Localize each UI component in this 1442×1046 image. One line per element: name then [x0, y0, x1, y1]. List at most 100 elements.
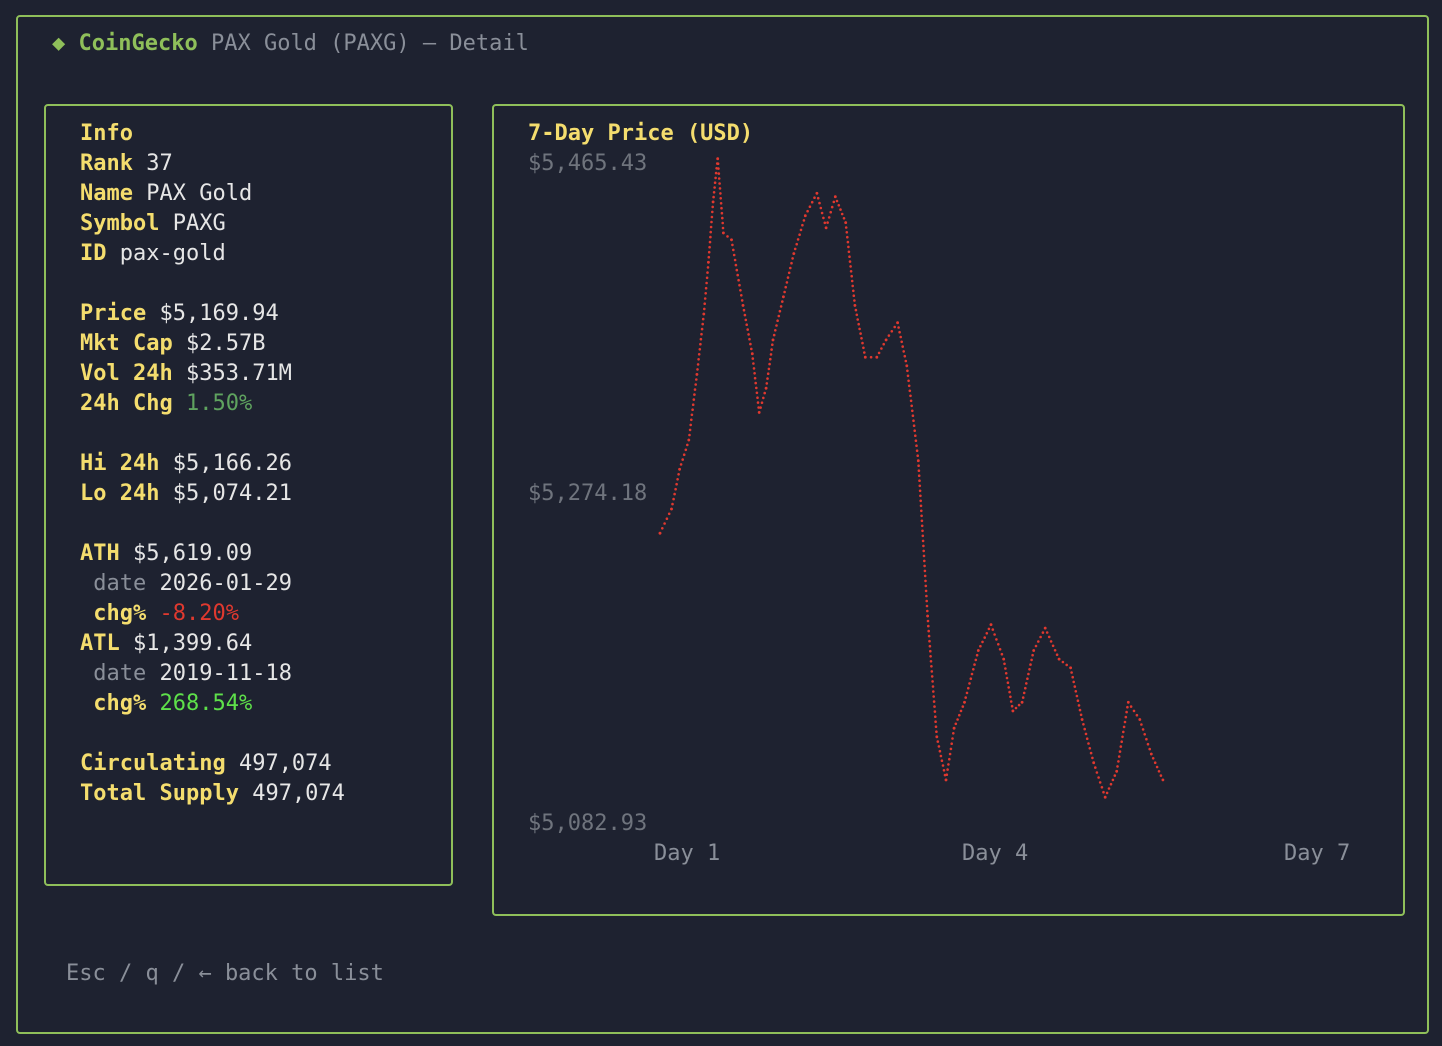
line-dot	[684, 448, 688, 452]
line-dot	[903, 354, 907, 358]
data-point	[815, 191, 819, 195]
line-dot	[848, 260, 852, 263]
data-point	[863, 355, 867, 359]
line-dot	[927, 629, 930, 633]
line-dot	[1113, 774, 1117, 777]
line-dot	[917, 469, 921, 473]
line-dot	[765, 382, 769, 385]
line-dot	[665, 517, 669, 520]
line-dot	[1000, 652, 1004, 656]
line-dot	[1089, 751, 1093, 755]
line-dot	[663, 522, 666, 525]
line-dot	[711, 205, 714, 209]
line-dot	[919, 499, 922, 503]
line-dot	[890, 330, 894, 333]
line-dot	[900, 340, 903, 344]
line-dot	[827, 216, 831, 219]
line-dot	[1055, 653, 1059, 656]
line-dot	[695, 378, 698, 381]
line-dot	[964, 696, 967, 699]
line-dot	[930, 670, 934, 673]
line-dot	[681, 458, 684, 461]
data-point	[944, 778, 948, 782]
line-dot	[778, 309, 782, 313]
line-dot	[713, 186, 716, 189]
line-dot	[835, 199, 839, 203]
line-dot	[937, 745, 941, 748]
line-dot	[952, 732, 955, 735]
line-dot	[796, 238, 800, 241]
line-dot	[704, 292, 707, 295]
line-dot	[1146, 742, 1150, 746]
line-dot	[967, 686, 970, 690]
line-dot	[940, 759, 944, 762]
line-dot	[1153, 761, 1157, 764]
line-dot	[705, 276, 709, 280]
line-dot	[1151, 757, 1155, 760]
line-dot	[1143, 733, 1146, 736]
data-point	[757, 411, 761, 414]
line-dot	[1148, 747, 1151, 751]
line-dot	[743, 313, 747, 317]
line-dot	[997, 643, 1000, 646]
line-dot	[661, 527, 664, 530]
line-dot	[772, 333, 776, 337]
data-point	[716, 157, 720, 161]
line-dot	[756, 396, 759, 400]
line-dot	[855, 313, 859, 317]
line-dot	[840, 212, 844, 216]
line-dot	[816, 196, 820, 200]
line-dot	[899, 335, 902, 339]
line-dot	[769, 357, 772, 361]
line-dot	[775, 324, 778, 327]
line-dot	[1085, 737, 1089, 740]
data-point	[875, 355, 879, 359]
line-dot	[979, 644, 982, 648]
line-dot	[790, 261, 793, 265]
line-dot	[921, 539, 925, 543]
line-dot	[869, 355, 873, 359]
line-dot	[787, 271, 791, 275]
data-point	[658, 531, 662, 535]
line-dot	[770, 348, 773, 351]
line-dot	[931, 685, 935, 688]
line-dot	[719, 202, 723, 205]
line-dot	[1083, 727, 1086, 731]
line-dot	[860, 337, 863, 340]
line-dot	[802, 219, 806, 222]
line-dot	[739, 289, 742, 292]
line-dot	[710, 215, 714, 219]
line-dot	[906, 374, 910, 378]
line-dot	[779, 305, 783, 308]
data-point	[764, 386, 768, 390]
line-dot	[928, 639, 931, 643]
line-dot	[673, 492, 676, 496]
line-dot	[904, 359, 908, 363]
line-dot	[732, 248, 735, 252]
line-dot	[932, 690, 935, 693]
data-point	[711, 200, 715, 204]
line-dot	[925, 604, 929, 608]
line-dot	[705, 281, 708, 285]
data-point	[976, 649, 980, 652]
line-dot	[762, 396, 765, 400]
line-dot	[688, 433, 691, 437]
line-dot	[740, 294, 743, 297]
data-point	[1138, 718, 1142, 721]
line-dot	[713, 181, 717, 184]
line-dot	[712, 191, 716, 194]
line-dot	[742, 308, 746, 312]
line-dot	[755, 391, 759, 395]
line-dot	[740, 299, 744, 302]
line-dot	[721, 226, 725, 230]
line-dot	[1097, 776, 1100, 779]
line-dot	[897, 326, 900, 329]
line-dot	[686, 443, 689, 447]
line-dot	[938, 749, 942, 753]
line-dot	[911, 414, 915, 418]
line-dot	[921, 534, 925, 538]
line-dot	[708, 245, 711, 249]
data-point	[730, 238, 733, 242]
line-dot	[927, 634, 931, 638]
line-dot	[799, 228, 803, 232]
